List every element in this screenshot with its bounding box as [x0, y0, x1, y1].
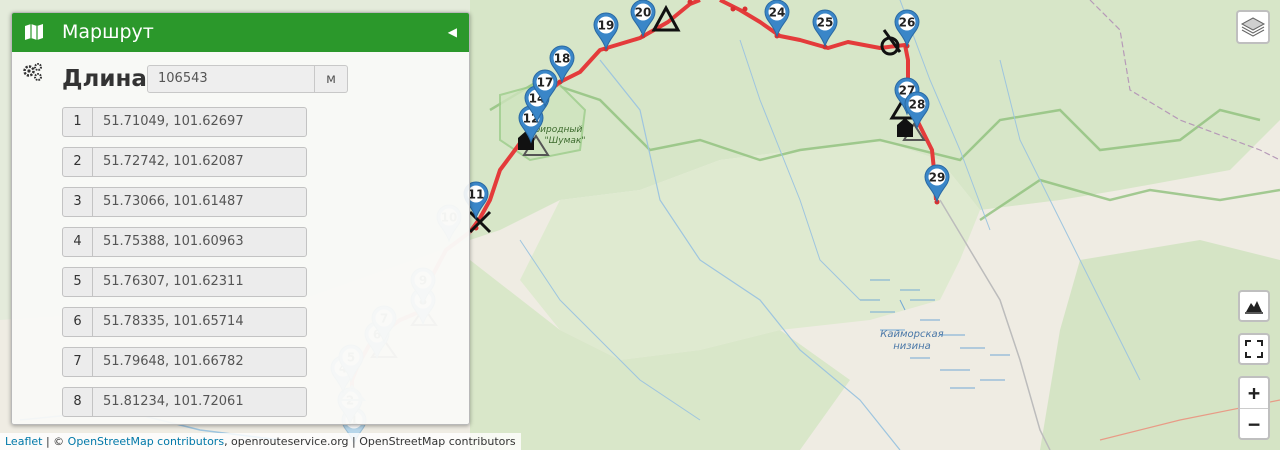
panel-header: Маршрут ◀	[12, 13, 469, 52]
marker-label: 11	[468, 188, 485, 202]
waypoint-index: 1	[63, 108, 93, 136]
marker-label: 24	[769, 6, 786, 20]
waypoint-row[interactable]: 8 51.81234, 101.72061	[62, 387, 307, 417]
panel-title: Маршрут	[62, 21, 154, 43]
layers-icon	[1240, 17, 1266, 37]
length-unit: м	[315, 65, 348, 93]
elevation-icon	[1245, 301, 1263, 314]
waypoint-index: 4	[63, 228, 93, 256]
waypoint-index: 3	[63, 188, 93, 216]
waypoint-row[interactable]: 3 51.73066, 101.61487	[62, 187, 307, 217]
waypoint-coords[interactable]: 51.78335, 101.65714	[93, 308, 244, 336]
marker-label: 29	[929, 171, 946, 185]
zoom-control: + −	[1238, 376, 1270, 440]
layers-button[interactable]	[1236, 10, 1270, 44]
waypoint-index: 7	[63, 348, 93, 376]
marker-label: 20	[635, 6, 652, 20]
map-label-park-2: "Шумак"	[545, 136, 586, 146]
marker-label: 17	[537, 76, 554, 90]
marker-label: 25	[817, 16, 834, 30]
zoom-out-button[interactable]: −	[1240, 409, 1268, 439]
marker-label: 19	[598, 19, 615, 33]
waypoint-row[interactable]: 4 51.75388, 101.60963	[62, 227, 307, 257]
fullscreen-icon	[1245, 340, 1263, 358]
waypoint-row[interactable]: 1 51.71049, 101.62697	[62, 107, 307, 137]
elevation-button[interactable]	[1238, 290, 1270, 322]
waypoint-index: 2	[63, 148, 93, 176]
waypoint-coords[interactable]: 51.73066, 101.61487	[93, 188, 244, 216]
attribution-sep: | ©	[42, 435, 68, 448]
length-field[interactable]: 106543	[147, 65, 315, 93]
waypoint-index: 8	[63, 388, 93, 416]
route-panel: Маршрут ◀ Длина 106543 м 1 51.71049, 101.…	[11, 12, 470, 425]
map-label-lowland-2: низина	[893, 341, 931, 352]
waypoint-row[interactable]: 2 51.72742, 101.62087	[62, 147, 307, 177]
fullscreen-button[interactable]	[1238, 333, 1270, 365]
marker-label: 18	[554, 52, 571, 66]
waypoint-coords[interactable]: 51.79648, 101.66782	[93, 348, 244, 376]
waypoint-row[interactable]: 5 51.76307, 101.62311	[62, 267, 307, 297]
zoom-in-button[interactable]: +	[1240, 378, 1268, 409]
settings-gears-icon[interactable]	[22, 63, 44, 83]
waypoint-row[interactable]: 6 51.78335, 101.65714	[62, 307, 307, 337]
marker-label: 26	[899, 16, 916, 30]
osm-link[interactable]: OpenStreetMap contributors	[68, 435, 224, 448]
waypoint-row[interactable]: 7 51.79648, 101.66782	[62, 347, 307, 377]
waypoint-coords[interactable]: 51.76307, 101.62311	[93, 268, 244, 296]
marker-label: 28	[909, 98, 926, 112]
attribution: Leaflet | © OpenStreetMap contributors, …	[0, 433, 521, 450]
waypoint-coords[interactable]: 51.71049, 101.62697	[93, 108, 244, 136]
waypoint-coords[interactable]: 51.81234, 101.72061	[93, 388, 244, 416]
leaflet-link[interactable]: Leaflet	[5, 435, 42, 448]
length-label: Длина	[62, 66, 147, 92]
attribution-rest: , openrouteservice.org | OpenStreetMap c…	[224, 435, 516, 448]
waypoint-index: 5	[63, 268, 93, 296]
waypoint-list: 1 51.71049, 101.62697 2 51.72742, 101.62087…	[62, 107, 307, 424]
waypoint-coords[interactable]: 51.72742, 101.62087	[93, 148, 244, 176]
map-label-lowland-1: Кайморская	[880, 329, 943, 340]
map-icon	[25, 24, 43, 40]
waypoint-index: 6	[63, 308, 93, 336]
collapse-panel-icon[interactable]: ◀	[448, 13, 457, 52]
waypoint-coords[interactable]: 51.75388, 101.60963	[93, 228, 244, 256]
